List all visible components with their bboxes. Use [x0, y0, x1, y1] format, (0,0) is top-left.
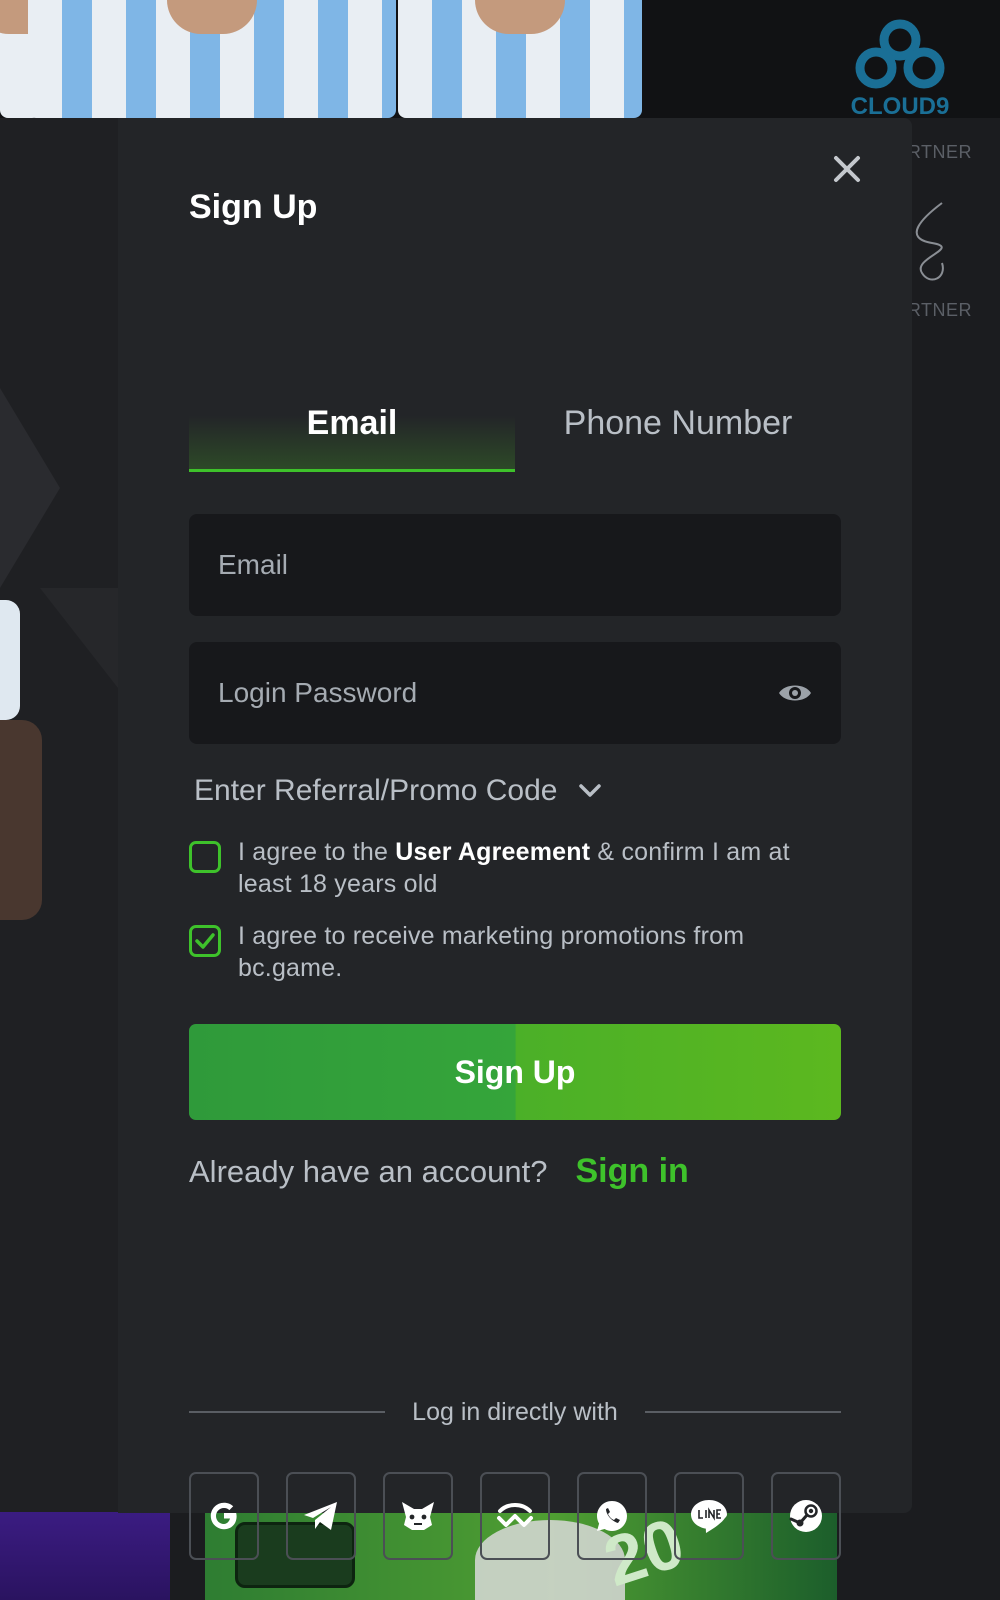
player-image: [0, 720, 42, 920]
whatsapp-login-button[interactable]: [577, 1472, 647, 1560]
marketing-checkbox-row: I agree to receive marketing promotions …: [189, 920, 841, 984]
google-icon: [210, 1502, 237, 1530]
google-login-button[interactable]: [189, 1472, 259, 1560]
steam-login-button[interactable]: [771, 1472, 841, 1560]
tab-email[interactable]: Email: [189, 380, 515, 472]
social-login-row: [189, 1472, 841, 1560]
player-jersey: [398, 0, 642, 118]
walletconnect-icon: [497, 1503, 533, 1527]
sign-in-link[interactable]: Sign in: [575, 1152, 688, 1191]
sign-up-button[interactable]: Sign Up: [189, 1024, 841, 1120]
close-icon[interactable]: [830, 152, 864, 186]
password-input[interactable]: [189, 642, 841, 744]
already-account-text: Already have an account?: [189, 1154, 548, 1189]
divider-text: Log in directly with: [412, 1397, 618, 1426]
password-field-container: [189, 642, 841, 744]
line-icon: [691, 1500, 727, 1533]
steam-icon: [789, 1500, 822, 1532]
cloud9-logo: CLOUD9: [851, 19, 950, 120]
player-jersey: [28, 0, 396, 118]
metamask-login-button[interactable]: [383, 1472, 453, 1560]
walletconnect-login-button[interactable]: [480, 1472, 550, 1560]
telegram-icon: [304, 1502, 337, 1530]
divider-line: [644, 1411, 841, 1413]
social-divider: Log in directly with: [189, 1394, 841, 1430]
tab-phone-number[interactable]: Phone Number: [515, 380, 841, 472]
signup-modal: Sign Up Email Phone Number Enter Referra…: [118, 118, 912, 1560]
marketing-checkbox[interactable]: [189, 925, 221, 957]
divider-line: [189, 1411, 386, 1413]
player-image: [0, 600, 20, 720]
user-agreement-link[interactable]: User Agreement: [395, 838, 590, 866]
agreement-checkbox[interactable]: [189, 841, 221, 873]
telegram-login-button[interactable]: [286, 1472, 356, 1560]
referral-code-toggle[interactable]: Enter Referral/Promo Code: [194, 774, 602, 808]
svg-text:CLOUD9: CLOUD9: [851, 93, 950, 120]
referral-code-label: Enter Referral/Promo Code: [194, 774, 558, 807]
marketing-text: I agree to receive marketing promotions …: [238, 922, 745, 982]
email-input[interactable]: [189, 514, 841, 616]
chevron-down-icon: [578, 784, 601, 797]
promo-banner[interactable]: [0, 1512, 170, 1600]
metamask-icon: [402, 1502, 434, 1530]
sign-in-prompt: Already have an account? Sign in: [189, 1152, 689, 1191]
email-field-container: [189, 514, 841, 616]
checkmark-icon: [195, 933, 215, 949]
partner-label: RTNER: [907, 300, 972, 320]
agreement-text-before: I agree to the: [238, 838, 396, 866]
agreement-checkbox-row: I agree to the User Agreement & confirm …: [189, 836, 841, 900]
whatsapp-icon: [597, 1501, 627, 1531]
eye-icon[interactable]: [777, 679, 813, 707]
modal-title: Sign Up: [189, 188, 318, 226]
signup-tabs: Email Phone Number: [189, 380, 841, 472]
page: CLOUD9 RTNER RTNER 20 Sign Up Email Phon…: [0, 0, 1000, 1600]
line-login-button[interactable]: [674, 1472, 744, 1560]
partner-label: RTNER: [907, 142, 972, 162]
agreement-text: I agree to the User Agreement & confirm …: [238, 836, 841, 900]
